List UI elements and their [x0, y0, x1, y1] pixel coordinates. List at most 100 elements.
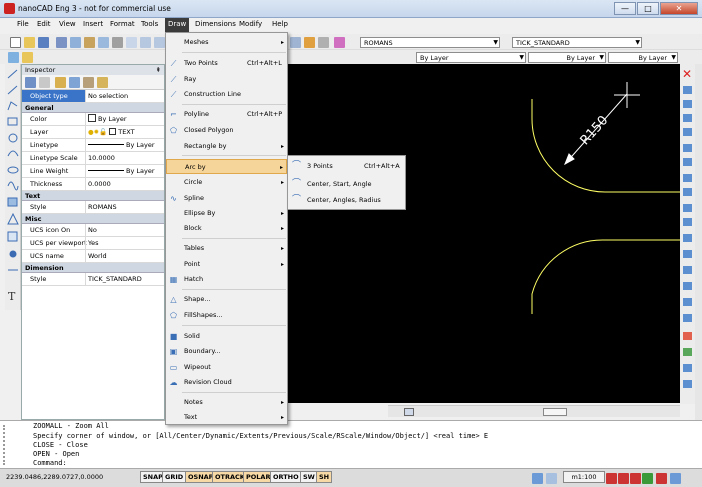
cut-icon[interactable] — [84, 37, 95, 48]
lineweight-combo[interactable]: By Layer ▼ — [608, 52, 678, 63]
dim-style-combo[interactable]: TICK_STANDARD ▼ — [512, 37, 642, 48]
menu-dimensions[interactable]: Dimensions — [195, 20, 236, 28]
undo-icon[interactable] — [140, 37, 151, 48]
text-section[interactable]: Text — [22, 191, 164, 201]
close-button[interactable]: ✕ — [660, 2, 698, 15]
scroll-thumb[interactable] — [543, 408, 567, 416]
menu-item-revision-cloud[interactable]: ☁ Revision Cloud — [166, 375, 287, 390]
menu-edit[interactable]: Edit — [37, 20, 51, 28]
grip-handle[interactable] — [3, 425, 9, 465]
linetype-scale-row[interactable]: Linetype Scale 10.0000 — [22, 152, 164, 165]
filter-icon[interactable] — [55, 77, 66, 88]
zoom-all-icon[interactable] — [630, 473, 641, 484]
eraser-icon[interactable] — [334, 37, 345, 48]
paste-icon[interactable] — [112, 37, 123, 48]
layout-tab-icon[interactable] — [404, 408, 414, 416]
menu-item-spline[interactable]: ∿ Spline — [166, 191, 287, 206]
preview-icon[interactable] — [70, 37, 81, 48]
pin-icon[interactable]: ⇞ — [156, 65, 161, 75]
quick-select-icon[interactable] — [83, 77, 94, 88]
open-icon[interactable] — [24, 37, 35, 48]
submenu-item-center-start-angle[interactable]: ⌒ Center, Start, Angle — [288, 176, 405, 192]
color-combo[interactable]: By Layer ▼ — [416, 52, 526, 63]
menu-item-construction-line[interactable]: ⟋ Construction Line — [166, 87, 287, 102]
menu-item-closed-polygon[interactable]: ⬠ Closed Polygon — [166, 123, 287, 138]
ucs-name-row[interactable]: UCS name World — [22, 250, 164, 263]
linetype-row[interactable]: Linetype By Layer — [22, 139, 164, 152]
text-style-row[interactable]: Style ROMANS — [22, 201, 164, 214]
menu-view[interactable]: View — [59, 20, 76, 28]
thickness-row[interactable]: Thickness 0.0000 — [22, 178, 164, 191]
help-icon[interactable] — [97, 77, 108, 88]
text-style-combo[interactable]: ROMANS ▼ — [360, 37, 500, 48]
copy-icon[interactable] — [98, 37, 109, 48]
light-bulb-icon[interactable] — [22, 52, 33, 63]
maximize-button[interactable]: □ — [637, 2, 659, 15]
scale-display[interactable]: m1:100 — [563, 471, 605, 483]
command-prompt[interactable]: Command: — [33, 459, 67, 467]
sort-icon[interactable] — [25, 77, 36, 88]
minimize-button[interactable]: — — [614, 2, 636, 15]
dimension-section[interactable]: Dimension — [22, 263, 164, 273]
vertical-scrollbar[interactable] — [695, 64, 702, 424]
layer-icon[interactable] — [8, 52, 19, 63]
horizontal-scrollbar[interactable] — [388, 405, 680, 417]
menu-item-tables[interactable]: Tables ▸ — [166, 241, 287, 256]
menu-insert[interactable]: Insert — [83, 20, 103, 28]
menu-item-polyline[interactable]: ⌐ Polyline Ctrl+Alt+P — [166, 107, 287, 122]
menu-item-two-points[interactable]: ⟋ Two Points Ctrl+Alt+L — [166, 56, 287, 71]
submenu-item-3-points[interactable]: ⌒ 3 Points Ctrl+Alt+A — [288, 158, 405, 174]
menu-item-ray[interactable]: ⟋ Ray — [166, 72, 287, 87]
menu-tools[interactable]: Tools — [141, 20, 158, 28]
menu-item-hatch[interactable]: ▦ Hatch — [166, 272, 287, 287]
dist-icon[interactable] — [290, 37, 301, 48]
menu-item-block[interactable]: Block ▸ — [166, 221, 287, 236]
draw-tools-icons[interactable]: T — [5, 64, 21, 310]
zoom-window-icon[interactable] — [618, 473, 629, 484]
menu-modify[interactable]: Modify — [239, 20, 262, 28]
zoom-icon[interactable] — [606, 473, 617, 484]
menu-item-shape[interactable]: △ Shape... — [166, 292, 287, 307]
object-type-row[interactable]: Object type No selection — [22, 90, 164, 103]
ucs-viewport-row[interactable]: UCS per viewport Yes — [22, 237, 164, 250]
menu-item-boundary[interactable]: ▣ Boundary... — [166, 344, 287, 359]
menu-help[interactable]: Help — [272, 20, 288, 28]
menu-item-circle[interactable]: Circle ▸ — [166, 175, 287, 190]
submenu-item-center-angles-radius[interactable]: ⌒ Center, Angles, Radius — [288, 192, 405, 208]
regen-icon[interactable] — [642, 473, 653, 484]
layout-icon[interactable] — [546, 473, 557, 484]
menu-item-solid[interactable]: ■ Solid — [166, 329, 287, 344]
menu-item-text[interactable]: Text ▸ — [166, 410, 287, 425]
ortho-toggle[interactable]: ORTHO — [270, 471, 302, 483]
polar-toggle[interactable]: POLAR — [243, 471, 274, 483]
sh-toggle[interactable]: SH — [316, 471, 333, 483]
ucs-icon-row[interactable]: UCS icon On No — [22, 224, 164, 237]
linetype-combo[interactable]: By Layer ▼ — [528, 52, 606, 63]
dim-style-row[interactable]: Style TICK_STANDARD — [22, 273, 164, 286]
select-icon[interactable] — [69, 77, 80, 88]
category-icon[interactable] — [39, 77, 50, 88]
save-icon[interactable] — [38, 37, 49, 48]
modify-tools-icons[interactable]: ✕ — [680, 64, 695, 404]
menu-item-meshes[interactable]: Meshes ▸ — [166, 35, 287, 50]
pan-icon[interactable] — [656, 473, 667, 484]
model-icon[interactable] — [532, 473, 543, 484]
color-row[interactable]: Color By Layer — [22, 113, 164, 126]
general-section[interactable]: General — [22, 103, 164, 113]
match-icon[interactable] — [126, 37, 137, 48]
menu-item-ellipse-by[interactable]: Ellipse By ▸ — [166, 206, 287, 221]
grid-toggle[interactable]: GRID — [162, 471, 187, 483]
area-icon[interactable] — [304, 37, 315, 48]
misc-section[interactable]: Misc — [22, 214, 164, 224]
menu-item-point[interactable]: Point ▸ — [166, 257, 287, 272]
menu-item-notes[interactable]: Notes ▸ — [166, 395, 287, 410]
menu-draw[interactable]: Draw — [165, 18, 190, 32]
navigate-icon[interactable] — [670, 473, 681, 484]
calc-icon[interactable] — [318, 37, 329, 48]
menu-item-wipeout[interactable]: ▭ Wipeout — [166, 360, 287, 375]
menu-item-rectangle-by[interactable]: Rectangle by ▸ — [166, 139, 287, 154]
print-icon[interactable] — [56, 37, 67, 48]
menu-file[interactable]: File — [17, 20, 29, 28]
redo-icon[interactable] — [154, 37, 165, 48]
line-weight-row[interactable]: Line Weight By Layer — [22, 165, 164, 178]
